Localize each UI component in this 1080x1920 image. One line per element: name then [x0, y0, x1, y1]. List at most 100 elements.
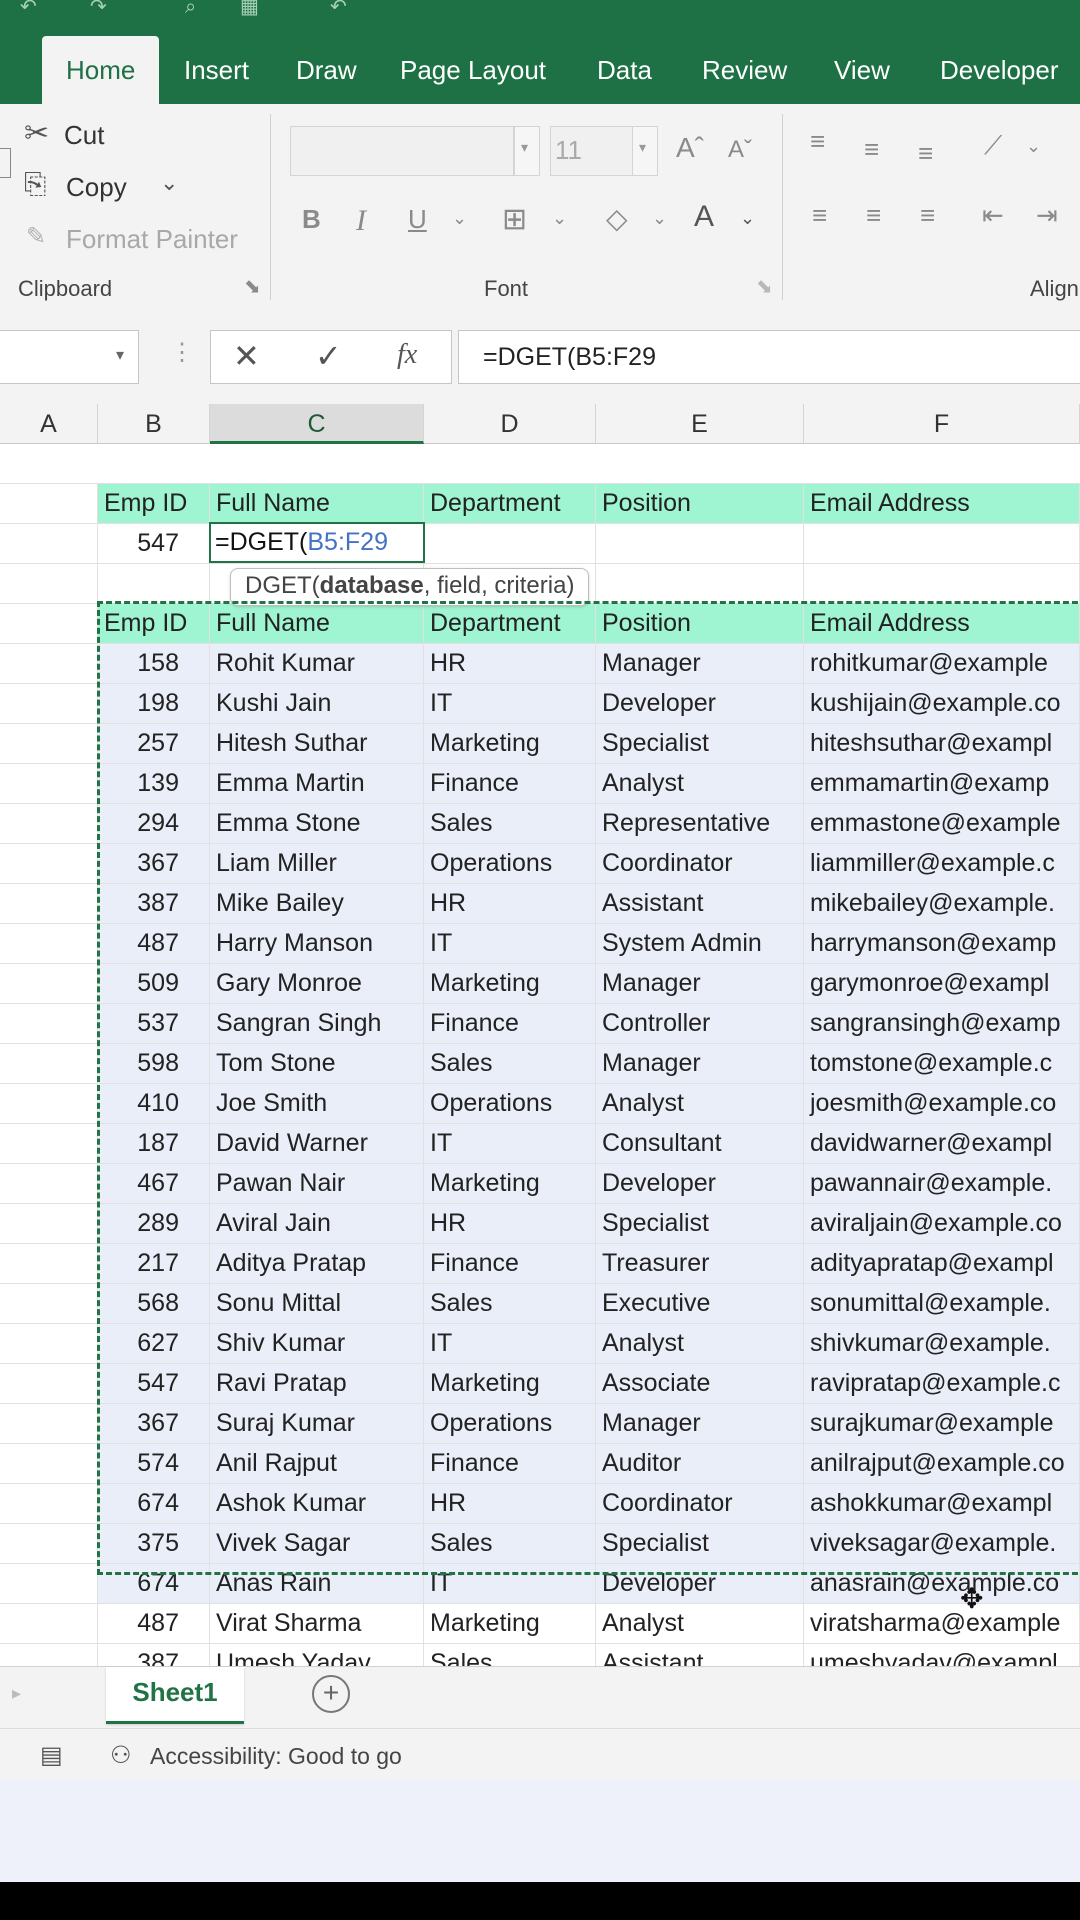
- cell[interactable]: Developer: [596, 1564, 804, 1603]
- cell[interactable]: HR: [424, 644, 596, 683]
- header-cell[interactable]: Emp ID: [98, 604, 210, 643]
- cell[interactable]: Finance: [424, 764, 596, 803]
- cell[interactable]: [0, 684, 98, 723]
- align-left-icon[interactable]: ≡: [812, 200, 827, 231]
- cell[interactable]: 598: [98, 1044, 210, 1083]
- cell[interactable]: umeshyadav@exampl: [804, 1644, 1080, 1666]
- cell[interactable]: rohitkumar@example: [804, 644, 1080, 683]
- cell[interactable]: 198: [98, 684, 210, 723]
- font-size-select[interactable]: 11: [550, 126, 642, 176]
- fill-color-icon[interactable]: ◇: [606, 202, 628, 235]
- cell[interactable]: Operations: [424, 1404, 596, 1443]
- cell[interactable]: Anas Rain: [210, 1564, 424, 1603]
- cell[interactable]: Aditya Pratap: [210, 1244, 424, 1283]
- cell[interactable]: Coordinator: [596, 844, 804, 883]
- cell[interactable]: harrymanson@examp: [804, 924, 1080, 963]
- chevron-down-icon[interactable]: ▾: [116, 345, 124, 365]
- column-header-d[interactable]: D: [424, 404, 596, 444]
- cell[interactable]: [0, 1604, 98, 1643]
- cell[interactable]: Liam Miller: [210, 844, 424, 883]
- cell[interactable]: 487: [98, 1604, 210, 1643]
- cell[interactable]: [0, 1124, 98, 1163]
- cell[interactable]: Sonu Mittal: [210, 1284, 424, 1323]
- cell[interactable]: Kushi Jain: [210, 684, 424, 723]
- column-header-b[interactable]: B: [98, 404, 210, 444]
- cell[interactable]: Sales: [424, 804, 596, 843]
- cell[interactable]: [0, 1524, 98, 1563]
- cell[interactable]: Assistant: [596, 1644, 804, 1666]
- decrease-indent-icon[interactable]: ⇤: [982, 200, 1004, 231]
- cell[interactable]: 509: [98, 964, 210, 1003]
- cell[interactable]: Specialist: [596, 1524, 804, 1563]
- tooltip-arg-database[interactable]: database: [320, 572, 424, 599]
- cell[interactable]: Emma Stone: [210, 804, 424, 843]
- formula-input[interactable]: =DGET(B5:F29: [458, 330, 1080, 384]
- cell[interactable]: [0, 1564, 98, 1603]
- cell[interactable]: Associate: [596, 1364, 804, 1403]
- column-header-e[interactable]: E: [596, 404, 804, 444]
- cell[interactable]: Controller: [596, 1004, 804, 1043]
- cell[interactable]: [0, 964, 98, 1003]
- header-cell[interactable]: Department: [424, 484, 596, 523]
- table-icon[interactable]: ▦: [240, 0, 259, 17]
- cell[interactable]: Sales: [424, 1284, 596, 1323]
- column-header-c[interactable]: C: [210, 404, 424, 444]
- add-sheet-icon[interactable]: +: [312, 1675, 350, 1713]
- cell[interactable]: IT: [424, 1564, 596, 1603]
- chevron-down-icon[interactable]: ⌄: [452, 208, 467, 229]
- cell[interactable]: 158: [98, 644, 210, 683]
- cell[interactable]: Developer: [596, 1164, 804, 1203]
- cell[interactable]: 568: [98, 1284, 210, 1323]
- align-center-icon[interactable]: ≡: [866, 200, 881, 231]
- cell[interactable]: Sales: [424, 1044, 596, 1083]
- chevron-down-icon[interactable]: ⌄: [652, 208, 667, 229]
- cell[interactable]: [0, 844, 98, 883]
- cell[interactable]: Hitesh Suthar: [210, 724, 424, 763]
- undo-icon[interactable]: ↶: [20, 0, 37, 17]
- cell[interactable]: IT: [424, 684, 596, 723]
- cell[interactable]: 574: [98, 1444, 210, 1483]
- cell[interactable]: Finance: [424, 1244, 596, 1283]
- cell[interactable]: 467: [98, 1164, 210, 1203]
- cell[interactable]: [0, 1324, 98, 1363]
- cell[interactable]: [0, 1164, 98, 1203]
- cell[interactable]: [0, 1284, 98, 1323]
- cell[interactable]: Marketing: [424, 1364, 596, 1403]
- cell[interactable]: 257: [98, 724, 210, 763]
- cell[interactable]: Mike Bailey: [210, 884, 424, 923]
- cell[interactable]: Ravi Pratap: [210, 1364, 424, 1403]
- increase-font-icon[interactable]: Aˆ: [676, 132, 704, 164]
- font-name-dropdown[interactable]: ▾: [514, 126, 540, 176]
- cell[interactable]: tomstone@example.c: [804, 1044, 1080, 1083]
- borders-icon[interactable]: ⊞: [502, 202, 527, 237]
- cell[interactable]: Analyst: [596, 1324, 804, 1363]
- cell[interactable]: [0, 1204, 98, 1243]
- cell[interactable]: Auditor: [596, 1444, 804, 1483]
- cell[interactable]: [0, 884, 98, 923]
- cell[interactable]: 367: [98, 844, 210, 883]
- font-name-select[interactable]: [290, 126, 514, 176]
- cell[interactable]: pawannair@example.: [804, 1164, 1080, 1203]
- dialog-launcher-icon[interactable]: ⬊: [756, 274, 773, 299]
- header-cell[interactable]: Full Name: [210, 484, 424, 523]
- cell[interactable]: IT: [424, 924, 596, 963]
- drag-handle-icon[interactable]: ⋮: [170, 338, 194, 367]
- cell[interactable]: 387: [98, 1644, 210, 1666]
- cell[interactable]: 367: [98, 1404, 210, 1443]
- header-cell[interactable]: Email Address: [804, 604, 1080, 643]
- redo-icon[interactable]: ↷: [90, 0, 107, 17]
- active-cell-editor[interactable]: =DGET(B5:F29: [209, 522, 425, 563]
- more-icon[interactable]: ↶: [330, 0, 347, 17]
- cell[interactable]: Marketing: [424, 1164, 596, 1203]
- header-cell[interactable]: Full Name: [210, 604, 424, 643]
- cell[interactable]: Tom Stone: [210, 1044, 424, 1083]
- accessibility-status[interactable]: Accessibility: Good to go: [150, 1743, 402, 1770]
- tab-developer[interactable]: Developer: [940, 36, 1059, 104]
- cell[interactable]: [0, 1444, 98, 1483]
- cell[interactable]: Aviral Jain: [210, 1204, 424, 1243]
- header-cell[interactable]: Position: [596, 484, 804, 523]
- cell[interactable]: Consultant: [596, 1124, 804, 1163]
- cell[interactable]: adityapratap@exampl: [804, 1244, 1080, 1283]
- worksheet-grid[interactable]: Emp ID Full Name Department Position Ema…: [0, 444, 1080, 1666]
- chevron-down-icon[interactable]: ⌄: [1026, 136, 1041, 157]
